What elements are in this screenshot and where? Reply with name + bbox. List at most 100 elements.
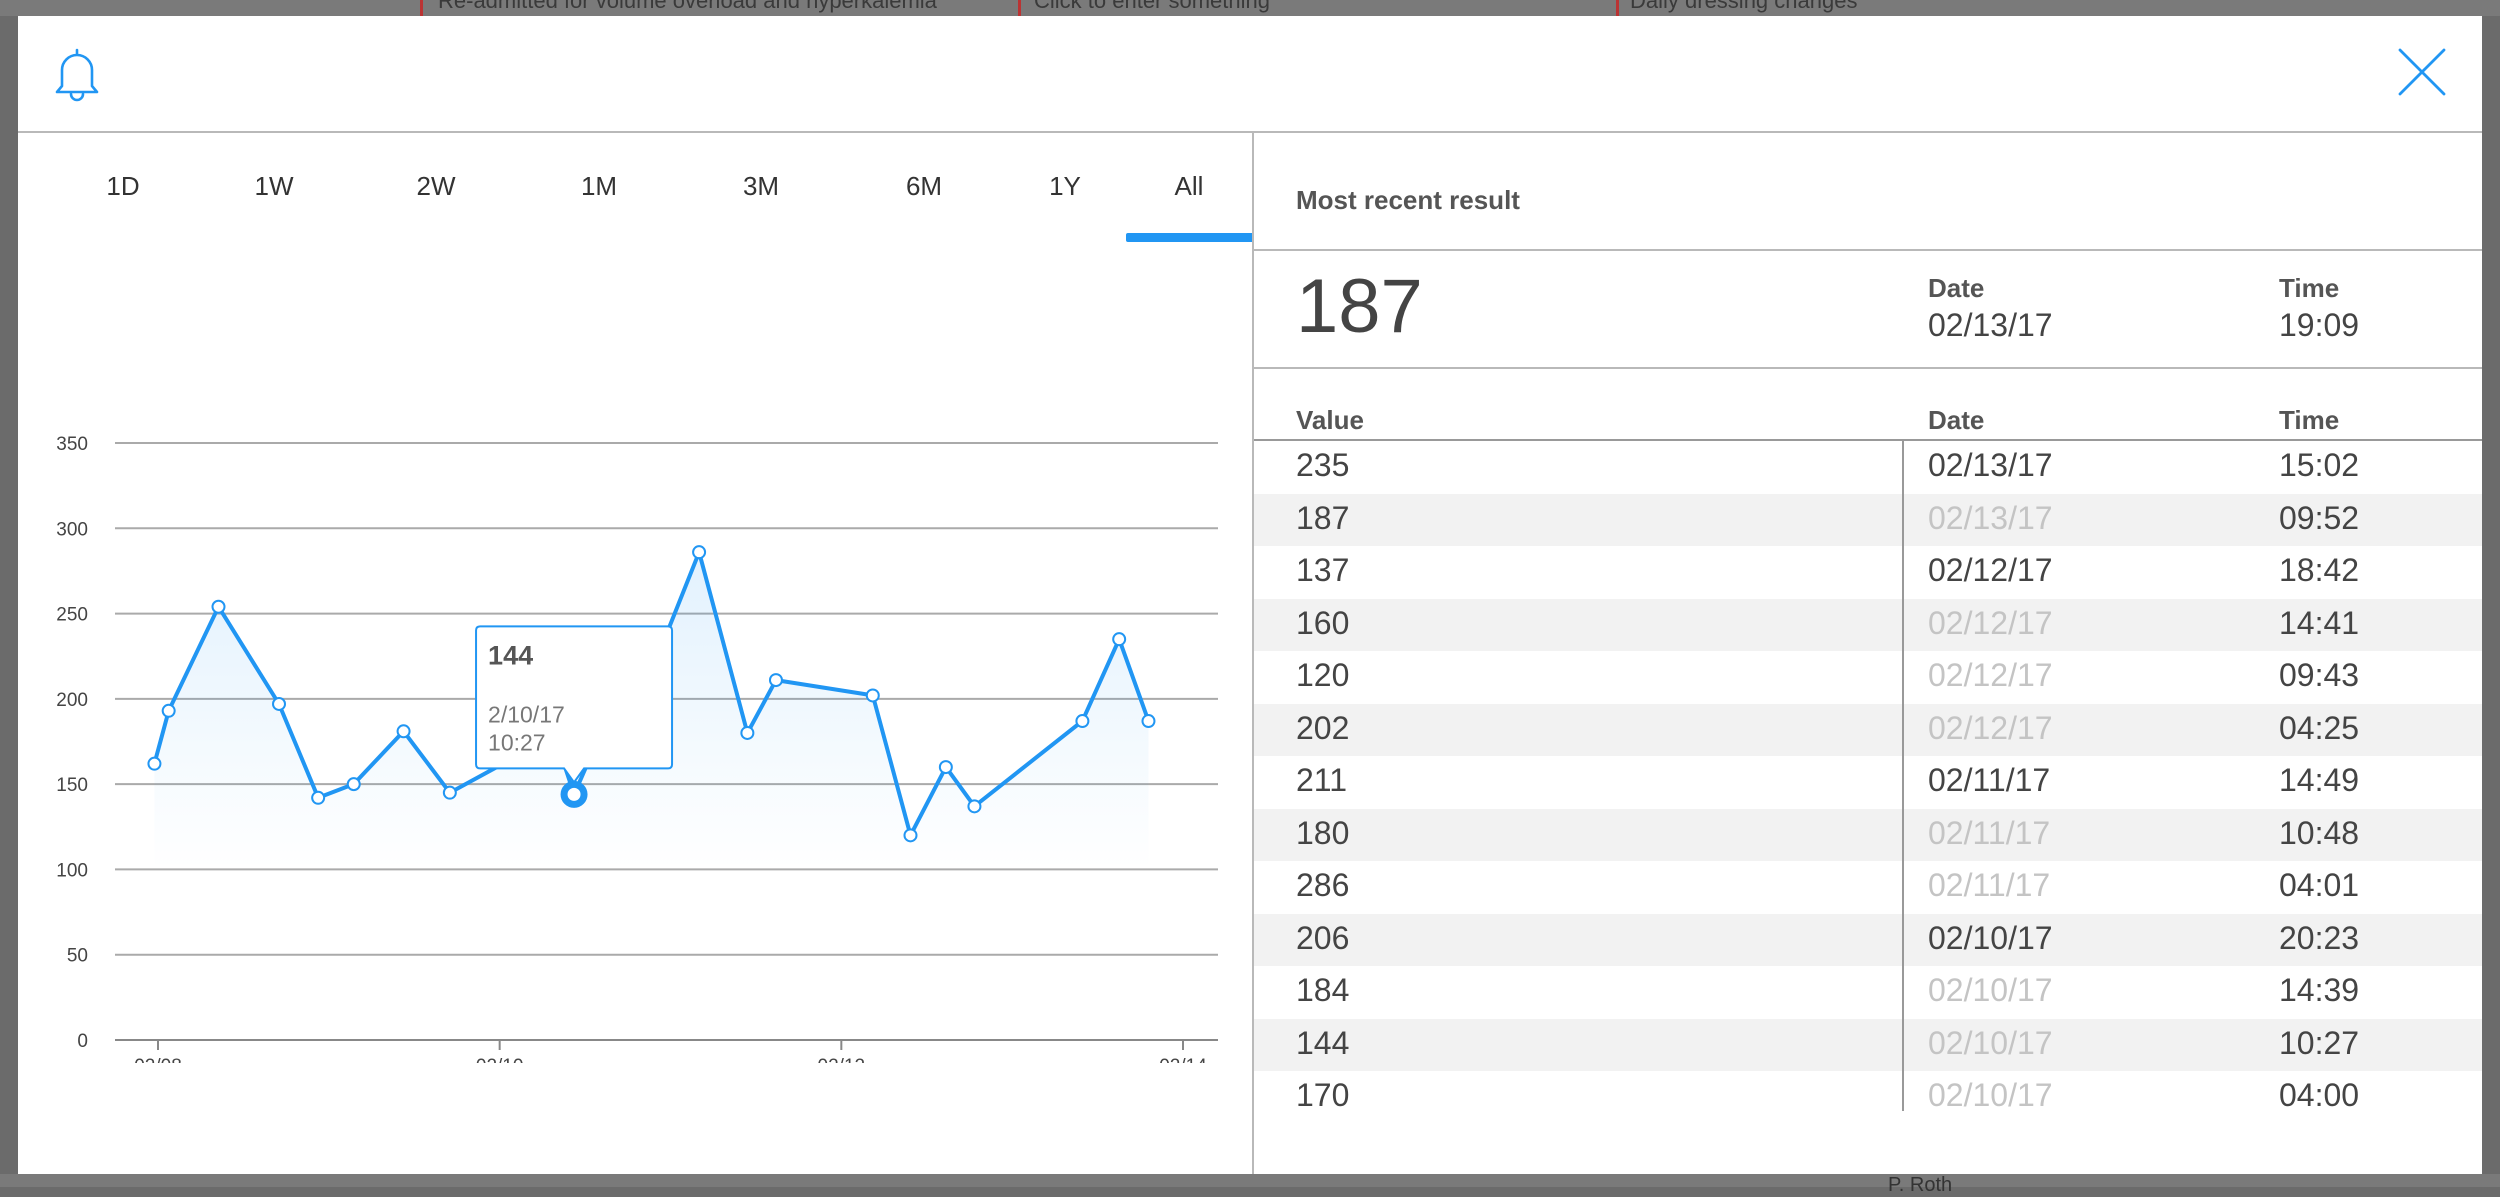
tooltip-value: 144	[488, 640, 533, 670]
row-date: 02/12/17	[1928, 657, 2053, 693]
row-time: 15:02	[2279, 447, 2360, 483]
tab-1y[interactable]: 1Y	[1049, 171, 1081, 202]
table-row[interactable]: 137 02/12/17 18:42	[1254, 546, 2482, 598]
data-point[interactable]	[768, 673, 783, 688]
data-point[interactable]	[346, 777, 361, 792]
row-value: 137	[1296, 552, 1350, 588]
table-row[interactable]: 206 02/10/17 20:23	[1254, 913, 2482, 966]
table-row[interactable]: 144 02/10/17 10:27	[1254, 1018, 2482, 1071]
data-point[interactable]	[692, 545, 707, 560]
y-tick-label: 250	[56, 605, 88, 626]
table-row[interactable]: 184 02/10/17 14:39	[1254, 966, 2482, 1018]
row-date: 02/10/17	[1928, 1024, 2053, 1061]
table-row[interactable]: 286 02/11/17 04:01	[1254, 861, 2482, 913]
x-tick-label: 02/12	[818, 1056, 866, 1063]
tab-1m[interactable]: 1M	[581, 171, 617, 202]
background-note: Re-admitted for volume overload and hype…	[438, 0, 937, 13]
row-time: 04:00	[2279, 1077, 2360, 1113]
divider	[1254, 367, 2482, 369]
data-point[interactable]	[938, 760, 953, 775]
row-value: 170	[1296, 1077, 1350, 1113]
tab-all[interactable]: All	[1175, 171, 1204, 202]
row-value: 184	[1296, 972, 1350, 1008]
y-tick-label: 0	[77, 1031, 88, 1052]
x-tick-label: 02/08	[134, 1056, 182, 1063]
data-point[interactable]	[396, 724, 411, 739]
row-time: 14:41	[2279, 604, 2360, 641]
table-row[interactable]: 187 02/13/17 09:52	[1254, 493, 2482, 546]
table-row[interactable]: 120 02/12/17 09:43	[1254, 651, 2482, 703]
column-header-date[interactable]: Date	[1928, 405, 1984, 436]
row-value: 160	[1296, 604, 1350, 641]
tab-6m[interactable]: 6M	[906, 171, 942, 202]
background-note: Daily dressing changes	[1630, 0, 1858, 13]
bell-icon[interactable]	[52, 46, 102, 102]
row-date: 02/12/17	[1928, 604, 2053, 641]
table-row[interactable]: 211 02/11/17 14:49	[1254, 756, 2482, 808]
column-header-time[interactable]: Time	[2279, 405, 2339, 436]
tab-2w[interactable]: 2W	[417, 171, 456, 202]
table-row[interactable]: 170 02/10/17 04:00	[1254, 1071, 2482, 1123]
row-date: 02/10/17	[1928, 972, 2053, 1008]
close-icon[interactable]	[2396, 46, 2448, 98]
data-point[interactable]	[1141, 714, 1156, 729]
tooltip-date: 2/10/17	[488, 701, 565, 727]
table-row[interactable]: 202 02/12/17 04:25	[1254, 703, 2482, 756]
row-date: 02/13/17	[1928, 447, 2053, 483]
row-date: 02/11/17	[1928, 814, 2051, 851]
data-point[interactable]	[1112, 632, 1127, 647]
line-chart[interactable]: 0 50 100 150 200 250 300 350 02/08 02/10 02/12 02/…	[18, 413, 1252, 1063]
divider	[1254, 249, 2482, 251]
row-time: 10:48	[2279, 814, 2360, 851]
row-time: 14:49	[2279, 762, 2360, 798]
results-modal: 1D 1W 2W 1M 3M 6M 1Y All 0 50 100 150 200 250…	[18, 16, 2482, 1174]
data-point[interactable]	[442, 785, 457, 800]
y-tick-label: 200	[56, 690, 88, 711]
data-point[interactable]	[903, 828, 918, 843]
y-tick-label: 100	[56, 860, 88, 881]
data-point[interactable]	[211, 599, 226, 614]
data-point[interactable]	[161, 703, 176, 718]
row-date: 02/11/17	[1928, 762, 2051, 798]
x-tick-label: 02/14	[1159, 1056, 1207, 1063]
results-panel: Most recent result 187 Date 02/13/17 Tim…	[1252, 133, 2482, 1174]
active-tab-indicator	[1126, 233, 1254, 242]
row-date: 02/10/17	[1928, 919, 2053, 956]
background-marker	[1018, 0, 1021, 16]
table-row[interactable]: 235 02/13/17 15:02	[1254, 441, 2482, 493]
selected-data-point[interactable]	[560, 780, 588, 808]
data-point[interactable]	[272, 696, 287, 711]
row-value: 144	[1296, 1024, 1350, 1061]
recent-title: Most recent result	[1296, 185, 1520, 215]
background-field[interactable]: Click to enter something	[1034, 0, 1270, 14]
table-row[interactable]: 180 02/11/17 10:48	[1254, 808, 2482, 861]
column-separator	[1902, 441, 1904, 1111]
table-row[interactable]: 160 02/12/17 14:41	[1254, 598, 2482, 651]
range-tabs: 1D 1W 2W 1M 3M 6M 1Y All	[38, 133, 1254, 243]
data-point[interactable]	[311, 790, 326, 805]
y-tick-label: 150	[56, 775, 88, 796]
data-point[interactable]	[967, 799, 982, 814]
row-date: 02/13/17	[1928, 499, 2053, 536]
data-point[interactable]	[740, 725, 755, 740]
recent-date-label: Date	[1928, 273, 1985, 303]
tab-1d[interactable]: 1D	[106, 171, 139, 202]
row-value: 202	[1296, 709, 1350, 746]
row-value: 180	[1296, 814, 1350, 851]
data-point[interactable]	[1075, 714, 1090, 729]
data-point[interactable]	[147, 756, 162, 771]
row-value: 120	[1296, 657, 1350, 693]
y-tick-label: 350	[56, 434, 88, 455]
row-time: 04:01	[2279, 867, 2360, 903]
row-date: 02/12/17	[1928, 552, 2053, 588]
background-marker	[1616, 0, 1619, 16]
row-date: 02/11/17	[1928, 867, 2051, 903]
column-header-value[interactable]: Value	[1296, 405, 1364, 436]
background-marker	[420, 0, 423, 16]
tab-1w[interactable]: 1W	[255, 171, 294, 202]
chart-tooltip: 144 2/10/17 10:27	[475, 625, 674, 785]
data-point[interactable]	[865, 688, 880, 703]
row-date: 02/12/17	[1928, 709, 2053, 746]
tab-3m[interactable]: 3M	[743, 171, 779, 202]
y-tick-label: 300	[56, 519, 88, 540]
